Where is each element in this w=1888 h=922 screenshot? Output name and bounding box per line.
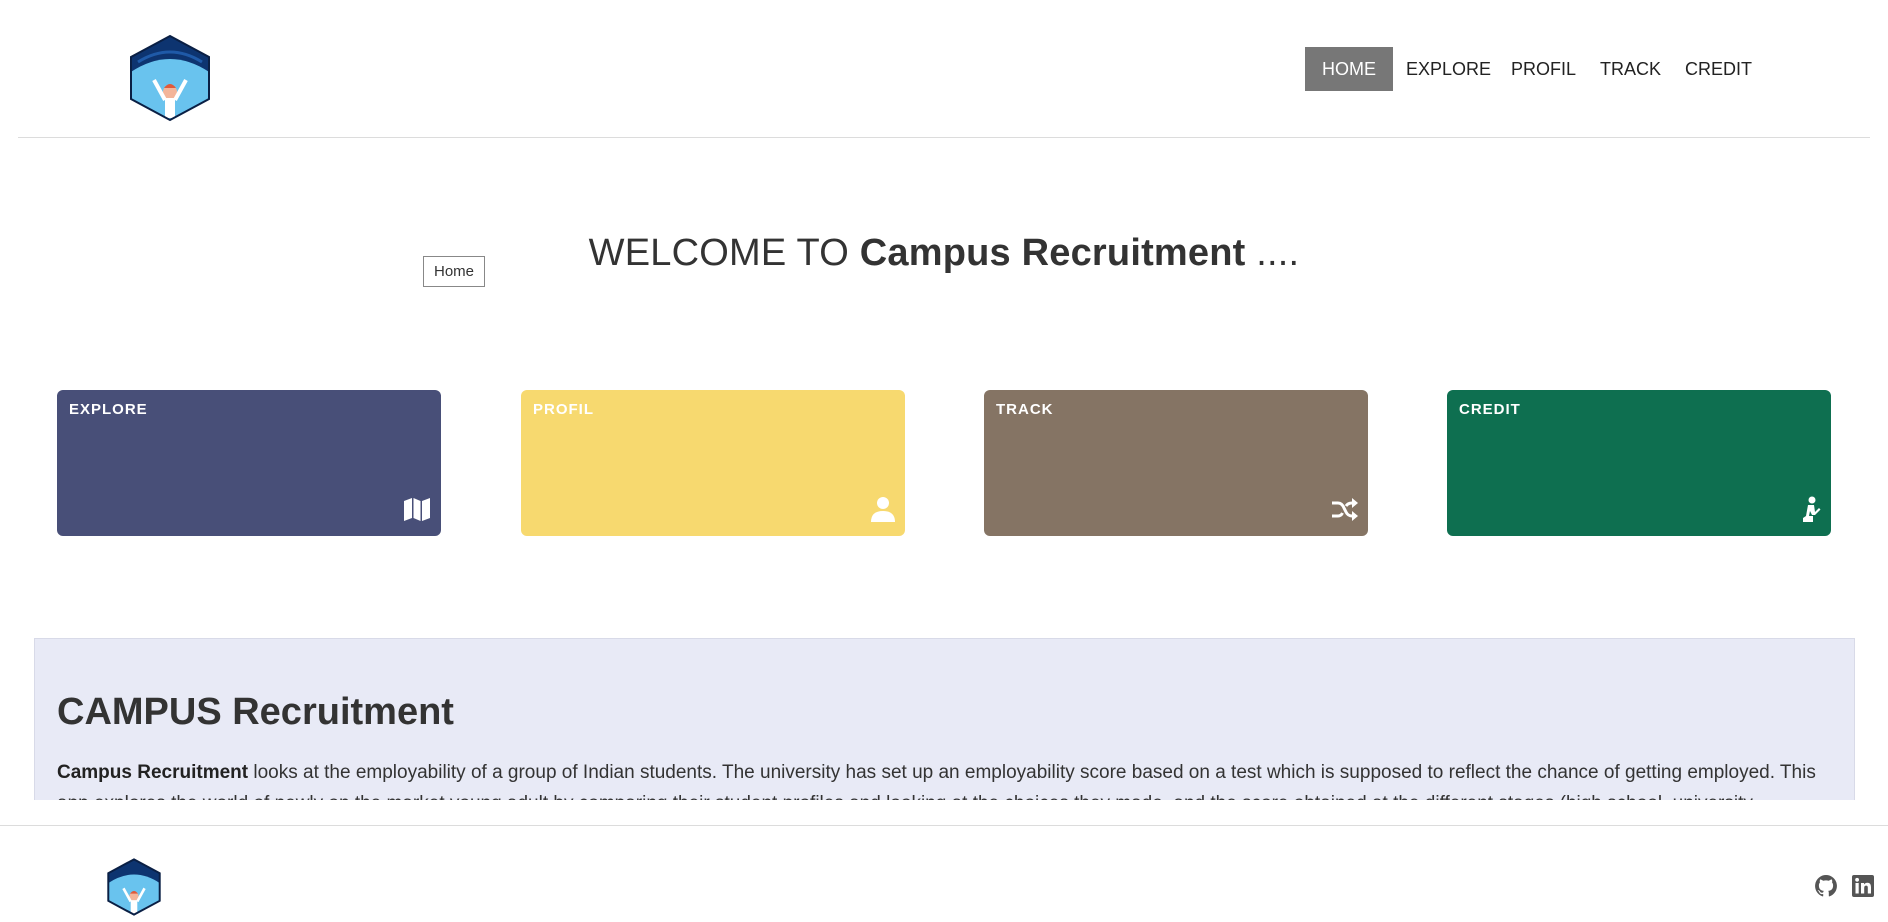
- card-track[interactable]: TRACK: [984, 390, 1368, 536]
- welcome-heading: WELCOME TO Campus Recruitment ....: [0, 232, 1888, 275]
- card-credit[interactable]: CREDIT: [1447, 390, 1831, 536]
- welcome-suffix: ....: [1245, 232, 1300, 274]
- linkedin-icon[interactable]: [1851, 874, 1875, 898]
- breadcrumb-home[interactable]: Home: [423, 256, 485, 287]
- github-icon[interactable]: [1814, 874, 1838, 898]
- card-explore-label: EXPLORE: [69, 401, 148, 418]
- nav-explore[interactable]: EXPLORE: [1389, 47, 1508, 91]
- about-body-text: looks at the employability of a group of…: [57, 762, 1816, 800]
- card-track-label: TRACK: [996, 401, 1054, 418]
- site-header: HOME EXPLORE PROFIL TRACK CREDIT: [0, 0, 1888, 138]
- shuffle-icon: [1330, 496, 1358, 522]
- user-icon: [867, 496, 895, 522]
- main-nav: HOME EXPLORE PROFIL TRACK CREDIT: [0, 47, 1888, 91]
- map-icon: [403, 496, 431, 522]
- header-divider: [18, 137, 1870, 138]
- about-title: CAMPUS Recruitment: [57, 691, 454, 733]
- nav-track[interactable]: TRACK: [1583, 47, 1678, 91]
- footer-logo[interactable]: [106, 858, 162, 916]
- welcome-app-name: Campus Recruitment: [859, 232, 1246, 274]
- welcome-prefix: WELCOME TO: [588, 232, 860, 274]
- card-credit-label: CREDIT: [1459, 401, 1521, 418]
- about-description: Campus Recruitment looks at the employab…: [57, 757, 1835, 800]
- card-profil-label: PROFIL: [533, 401, 594, 418]
- nav-credit[interactable]: CREDIT: [1668, 47, 1769, 91]
- about-panel: CAMPUS Recruitment Campus Recruitment lo…: [34, 638, 1855, 800]
- nav-profil[interactable]: PROFIL: [1494, 47, 1593, 91]
- about-bold-lead: Campus Recruitment: [57, 762, 249, 783]
- nav-home[interactable]: HOME: [1305, 47, 1393, 91]
- card-explore[interactable]: EXPLORE: [57, 390, 441, 536]
- praying-person-icon: [1793, 496, 1821, 522]
- site-footer: [0, 825, 1888, 922]
- card-profil[interactable]: PROFIL: [521, 390, 905, 536]
